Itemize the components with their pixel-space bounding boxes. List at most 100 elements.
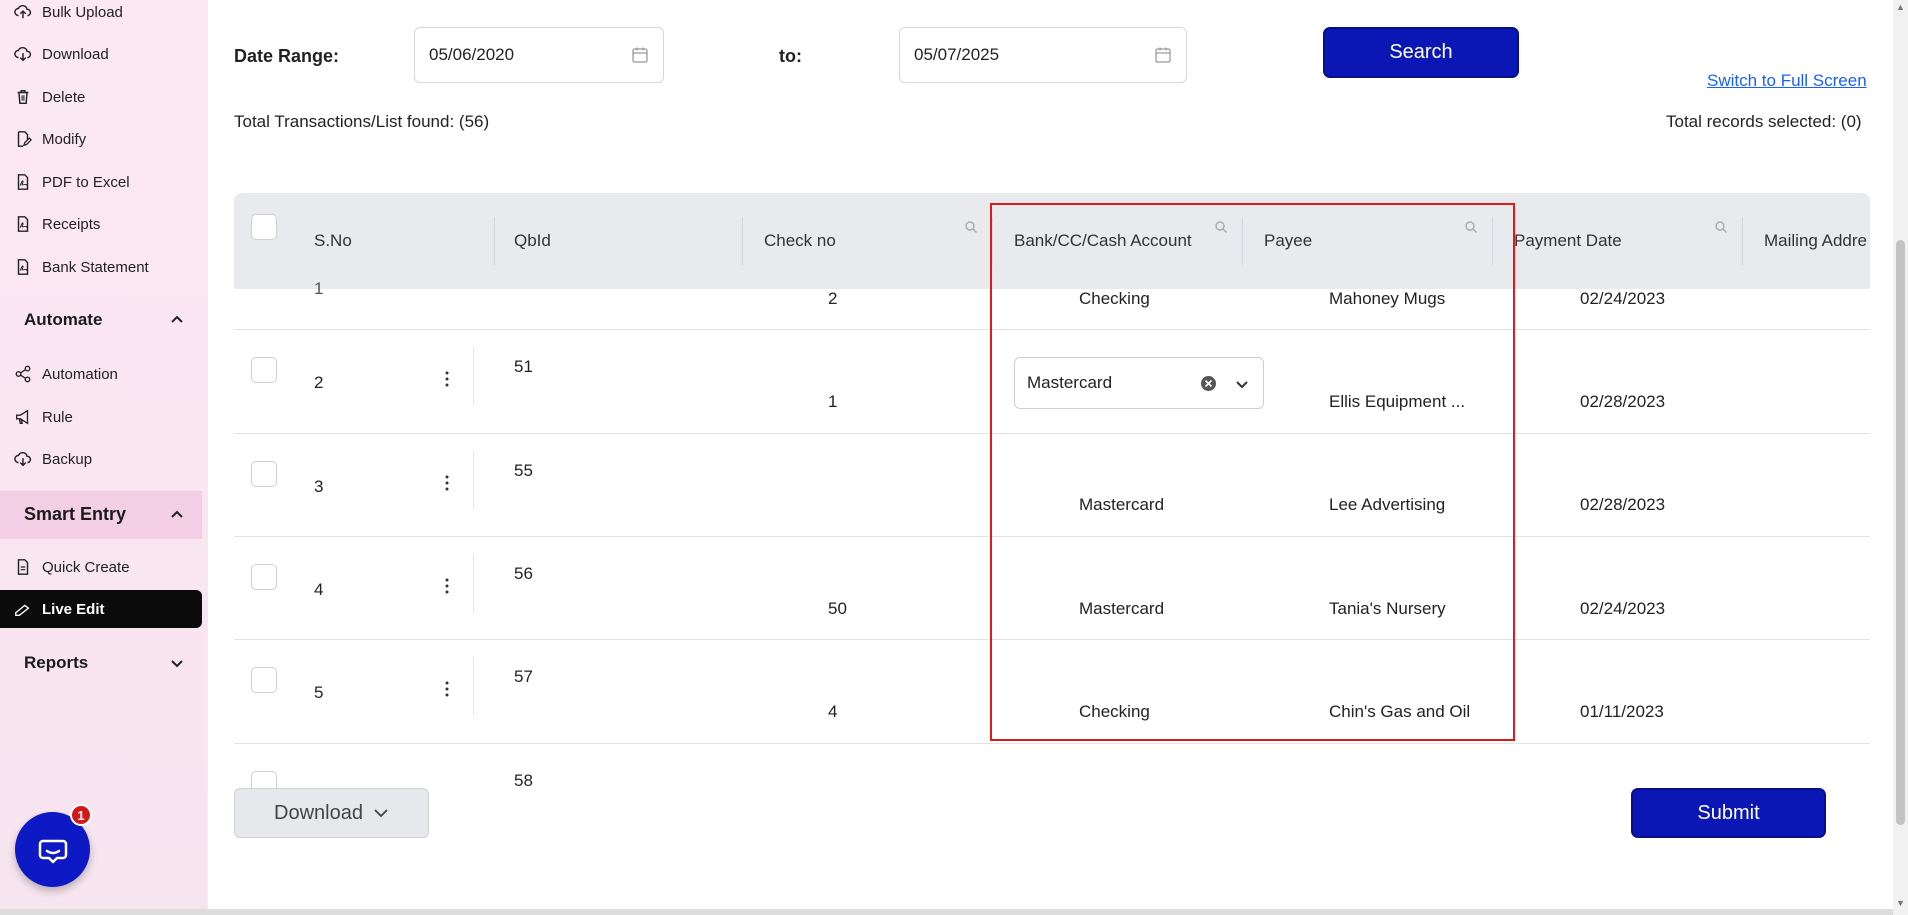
- share-nodes-icon: [15, 365, 31, 383]
- row-checkbox[interactable]: [251, 771, 277, 789]
- more-vert-icon[interactable]: [445, 371, 449, 387]
- upload-icon: [14, 4, 32, 19]
- more-vert-icon[interactable]: [445, 475, 449, 491]
- to-date-value: 05/07/2025: [914, 45, 1000, 64]
- header-payment-date: Payment Date: [1514, 231, 1622, 250]
- cell-divider: [473, 347, 474, 405]
- cell-divider: [473, 657, 474, 715]
- row-sno: 4: [314, 580, 324, 599]
- chat-icon: [38, 839, 67, 863]
- row-date: 01/11/2023: [1580, 702, 1664, 721]
- pdf-icon: [17, 174, 29, 190]
- total-found-text: Total Transactions/List found: (56): [234, 112, 490, 131]
- select-all-checkbox[interactable]: [251, 214, 277, 240]
- switch-fullscreen-link[interactable]: Switch to Full Screen: [1707, 71, 1867, 91]
- total-selected-text: Total records selected: (0): [1666, 112, 1862, 131]
- pen-icon: [15, 604, 30, 616]
- row-sno: 2: [314, 373, 324, 392]
- chevron-down-icon: [171, 660, 183, 668]
- calendar-icon[interactable]: [1154, 46, 1172, 64]
- header-check-no: Check no: [764, 231, 836, 250]
- row-check-no: 2: [828, 289, 838, 308]
- row-qbid: 55: [514, 461, 533, 480]
- row-sno: 1: [314, 279, 324, 298]
- to-date-input[interactable]: 05/07/2025: [899, 27, 1187, 83]
- row-date: 02/28/2023: [1580, 392, 1666, 411]
- from-date-value: 05/06/2020: [429, 45, 515, 64]
- date-range-label: Date Range:: [234, 46, 340, 66]
- sidebar-item-bank-statement[interactable]: Bank Statement: [14, 250, 149, 284]
- download-icon: [14, 46, 32, 62]
- row-qbid: 56: [514, 564, 533, 583]
- row-date: 02/24/2023: [1580, 599, 1666, 618]
- search-button[interactable]: Search: [1323, 27, 1519, 78]
- search-icon[interactable]: [964, 220, 978, 234]
- sidebar-item-quick-create[interactable]: Quick Create: [14, 550, 130, 584]
- submit-button[interactable]: Submit: [1631, 788, 1826, 838]
- sidebar-item-label: Live Edit: [42, 600, 105, 618]
- scroll-up-icon[interactable]: ▲: [1896, 2, 1905, 12]
- sidebar-item-modify[interactable]: Modify: [14, 122, 86, 156]
- cloud-backup-icon: [14, 451, 32, 467]
- row-qbid: 51: [514, 357, 533, 376]
- row-sno: 5: [314, 683, 324, 702]
- more-vert-icon[interactable]: [445, 578, 449, 594]
- receipt-icon: [17, 216, 29, 232]
- section-label: Smart Entry: [24, 504, 127, 524]
- row-checkbox[interactable]: [251, 667, 277, 693]
- row-check-no: 1: [828, 392, 838, 411]
- row-qbid: 57: [514, 667, 533, 686]
- chevron-up-icon: [171, 510, 183, 518]
- scroll-down-icon[interactable]: ▼: [1896, 898, 1905, 908]
- row-qbid: 58: [514, 771, 533, 789]
- header-divider: [1742, 217, 1743, 265]
- sidebar-item-download[interactable]: Download: [14, 37, 109, 71]
- header-mailing: Mailing Addre: [1764, 231, 1868, 250]
- chevron-down-icon: [374, 809, 388, 818]
- sidebar-section-automate[interactable]: Automate: [24, 310, 184, 330]
- download-button[interactable]: Download: [234, 788, 429, 838]
- trash-icon: [17, 89, 29, 105]
- vertical-scrollbar[interactable]: ▲ ▼: [1893, 0, 1908, 915]
- row-date: 02/28/2023: [1580, 495, 1666, 514]
- section-label: Reports: [24, 653, 89, 672]
- cell-divider: [473, 554, 474, 612]
- chevron-up-icon: [171, 315, 183, 323]
- header-qbid: QbId: [514, 231, 551, 250]
- sidebar-item-pdf-to-excel[interactable]: PDF to Excel: [14, 165, 130, 199]
- sidebar-item-rule[interactable]: Rule: [14, 400, 73, 434]
- row-checkbox[interactable]: [251, 461, 277, 487]
- sidebar-item-label: PDF to Excel: [42, 173, 130, 191]
- sidebar-item-backup[interactable]: Backup: [14, 442, 92, 476]
- sidebar-item-bulk-upload[interactable]: Bulk Upload: [14, 0, 123, 29]
- document-icon: [17, 559, 29, 575]
- sidebar-section-reports[interactable]: Reports: [24, 653, 184, 673]
- row-check-no: 4: [828, 702, 838, 721]
- sidebar-item-delete[interactable]: Delete: [14, 80, 85, 114]
- row-checkbox[interactable]: [251, 357, 277, 383]
- row-sno: 3: [314, 477, 324, 496]
- search-icon[interactable]: [1714, 220, 1728, 234]
- row-divider: [234, 743, 1870, 744]
- row-check-no: 50: [828, 599, 847, 618]
- edit-doc-icon: [17, 131, 32, 147]
- from-date-input[interactable]: 05/06/2020: [414, 27, 664, 83]
- row-checkbox[interactable]: [251, 564, 277, 590]
- download-label: Download: [274, 801, 363, 824]
- sidebar-item-automation[interactable]: Automation: [14, 357, 118, 391]
- sidebar: Bulk Upload Download Delete Modify PDF t…: [0, 0, 208, 915]
- more-vert-icon[interactable]: [445, 681, 449, 697]
- calendar-icon[interactable]: [631, 46, 649, 64]
- sidebar-item-live-edit[interactable]: Live Edit: [0, 590, 202, 628]
- cell-divider: [473, 451, 474, 509]
- sidebar-item-label: Automation: [42, 365, 118, 383]
- sidebar-item-receipts[interactable]: Receipts: [14, 207, 100, 241]
- notification-badge: 1: [70, 804, 92, 826]
- scroll-thumb[interactable]: [1896, 240, 1905, 825]
- sidebar-item-label: Quick Create: [42, 558, 130, 576]
- section-label: Automate: [24, 310, 103, 329]
- sidebar-item-label: Backup: [42, 450, 93, 468]
- horizontal-scrollbar[interactable]: [0, 909, 1893, 915]
- row-date: 02/24/2023: [1580, 289, 1666, 308]
- sidebar-section-smart-entry[interactable]: Smart Entry: [24, 504, 184, 525]
